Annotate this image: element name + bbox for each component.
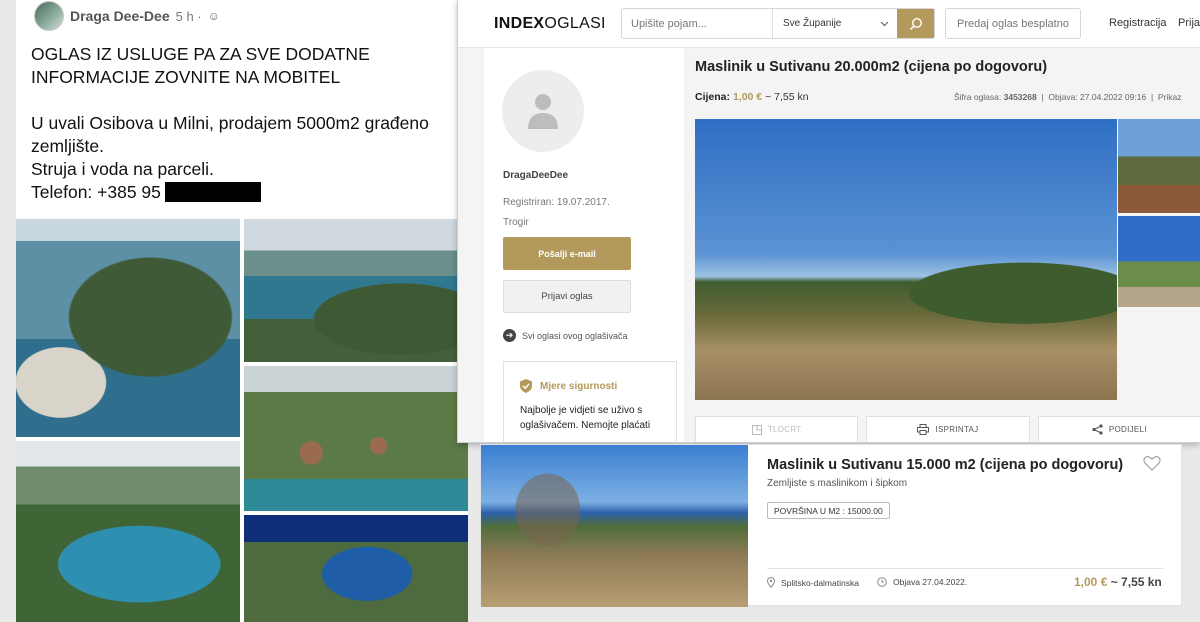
heart-icon[interactable]	[1143, 455, 1161, 471]
author-avatar[interactable]	[34, 1, 64, 31]
ad-price: Cijena: 1,00 € ~ 7,55 kn	[695, 91, 809, 103]
post-paragraph: OGLAS IZ USLUGE PA ZA SVE DODATNE INFORM…	[31, 44, 370, 87]
ad-title: Maslinik u Sutivanu 20.000m2 (cijena po …	[695, 59, 1048, 75]
ad-meta: Šifra oglasa: 3453268 | Objava: 27.04.20…	[954, 92, 1182, 102]
location-pin-icon	[767, 577, 775, 588]
floorplan-button[interactable]: TLOCRT	[695, 416, 859, 442]
safety-text: Najbolje je vidjeti se uživo s oglašivač…	[520, 405, 651, 431]
register-link[interactable]: Registracija	[1109, 17, 1166, 29]
ad-main-photo[interactable]	[695, 119, 1117, 400]
audience-icon: ☺	[207, 9, 220, 23]
photo-harbor-aerial[interactable]	[244, 515, 468, 622]
print-icon	[917, 424, 930, 435]
seller-avatar	[502, 70, 584, 152]
send-email-button[interactable]: Pošalji e-mail	[503, 237, 631, 270]
seller-sidebar: DragaDeeDee Registriran: 19.07.2017. Tro…	[484, 48, 684, 442]
listing-location-text: Splitsko-dalmatinska	[781, 577, 859, 588]
divider	[767, 568, 1163, 569]
all-seller-ads-label: Svi oglasi ovog oglašivača	[522, 330, 628, 341]
user-icon	[528, 94, 558, 129]
post-ad-button[interactable]: Predaj oglas besplatno	[945, 8, 1081, 39]
search-icon	[909, 17, 922, 30]
search-bar: Sve Županije	[621, 8, 935, 39]
photo-bay-forest[interactable]	[244, 219, 468, 362]
clock-icon	[877, 577, 887, 587]
search-input[interactable]	[622, 9, 772, 38]
ad-thumbnail[interactable]	[1118, 216, 1200, 307]
print-button[interactable]: ISPRINTAJ	[866, 416, 1030, 442]
listing-card[interactable]: Maslinik u Sutivanu 15.000 m2 (cijena po…	[480, 444, 1182, 607]
site-logo[interactable]: INDEXOGLASI	[494, 15, 606, 33]
photo-coastline-aerial[interactable]	[16, 219, 240, 437]
seller-name[interactable]: DragaDeeDee	[503, 170, 568, 181]
post-paragraph: U uvali Osibova u Milni, prodajem 5000m2…	[31, 113, 429, 179]
share-icon	[1092, 424, 1103, 435]
listing-price: 1,00 € ~ 7,55 kn	[1074, 575, 1162, 589]
seller-registered: Registriran: 19.07.2017.	[503, 197, 610, 208]
index-oglasi-window: INDEXOGLASI Sve Županije Predaj oglas be…	[457, 0, 1200, 443]
all-seller-ads-link[interactable]: ➔ Svi oglasi ovog oglašivača	[503, 329, 628, 342]
county-select[interactable]: Sve Županije	[772, 9, 897, 38]
floorplan-icon	[751, 424, 762, 435]
shield-check-icon	[520, 379, 532, 393]
listing-date-text: Objava 27.04.2022.	[893, 577, 968, 587]
post-time[interactable]: 5 h ·	[176, 9, 202, 24]
area-badge: POVRŠINA U M2 : 15000.00	[767, 502, 890, 519]
arrow-right-icon: ➔	[503, 329, 516, 342]
ad-actions: TLOCRT ISPRINTAJ PODIJELI	[695, 416, 1200, 442]
listing-photo[interactable]	[481, 445, 748, 607]
photo-bay-village[interactable]	[16, 441, 240, 622]
screenshot-collage: Draga Dee-Dee 5 h · ☺ OGLAS IZ USLUGE PA…	[0, 0, 1200, 622]
report-ad-button[interactable]: Prijavi oglas	[503, 280, 631, 313]
listing-date: Objava 27.04.2022.	[877, 577, 967, 587]
post-text: OGLAS IZ USLUGE PA ZA SVE DODATNE INFORM…	[31, 43, 466, 204]
photo-grid	[16, 219, 468, 622]
share-button[interactable]: PODIJELI	[1037, 416, 1200, 442]
search-button[interactable]	[897, 9, 934, 38]
facebook-post: Draga Dee-Dee 5 h · ☺ OGLAS IZ USLUGE PA…	[16, 0, 468, 622]
listing-subtitle: Zemljiste s maslinikom i šipkom	[767, 478, 908, 489]
author-name[interactable]: Draga Dee-Dee	[70, 8, 170, 24]
redaction-bar	[164, 182, 261, 202]
seller-meta: Registriran: 19.07.2017. Trogir	[503, 193, 610, 233]
photo-houses-shore[interactable]	[244, 366, 468, 511]
safety-title: Mjere sigurnosti	[520, 379, 660, 393]
print-label: ISPRINTAJ	[935, 425, 979, 434]
county-select-value: Sve Županije	[783, 18, 842, 29]
safety-title-text: Mjere sigurnosti	[540, 380, 618, 392]
chevron-down-icon	[880, 21, 889, 26]
site-header: INDEXOGLASI Sve Županije Predaj oglas be…	[458, 0, 1200, 48]
login-link[interactable]: Prijav	[1178, 17, 1200, 29]
ad-thumbnail[interactable]	[1118, 119, 1200, 213]
seller-city: Trogir	[503, 217, 529, 228]
post-header: Draga Dee-Dee 5 h · ☺	[34, 1, 220, 31]
floorplan-label: TLOCRT	[767, 425, 802, 434]
share-label: PODIJELI	[1108, 425, 1147, 434]
listing-title[interactable]: Maslinik u Sutivanu 15.000 m2 (cijena po…	[767, 457, 1123, 473]
safety-box: Mjere sigurnosti Najbolje je vidjeti se …	[503, 361, 677, 442]
listing-location: Splitsko-dalmatinska	[767, 577, 859, 588]
post-phone: Telefon: +385 95	[31, 181, 466, 204]
